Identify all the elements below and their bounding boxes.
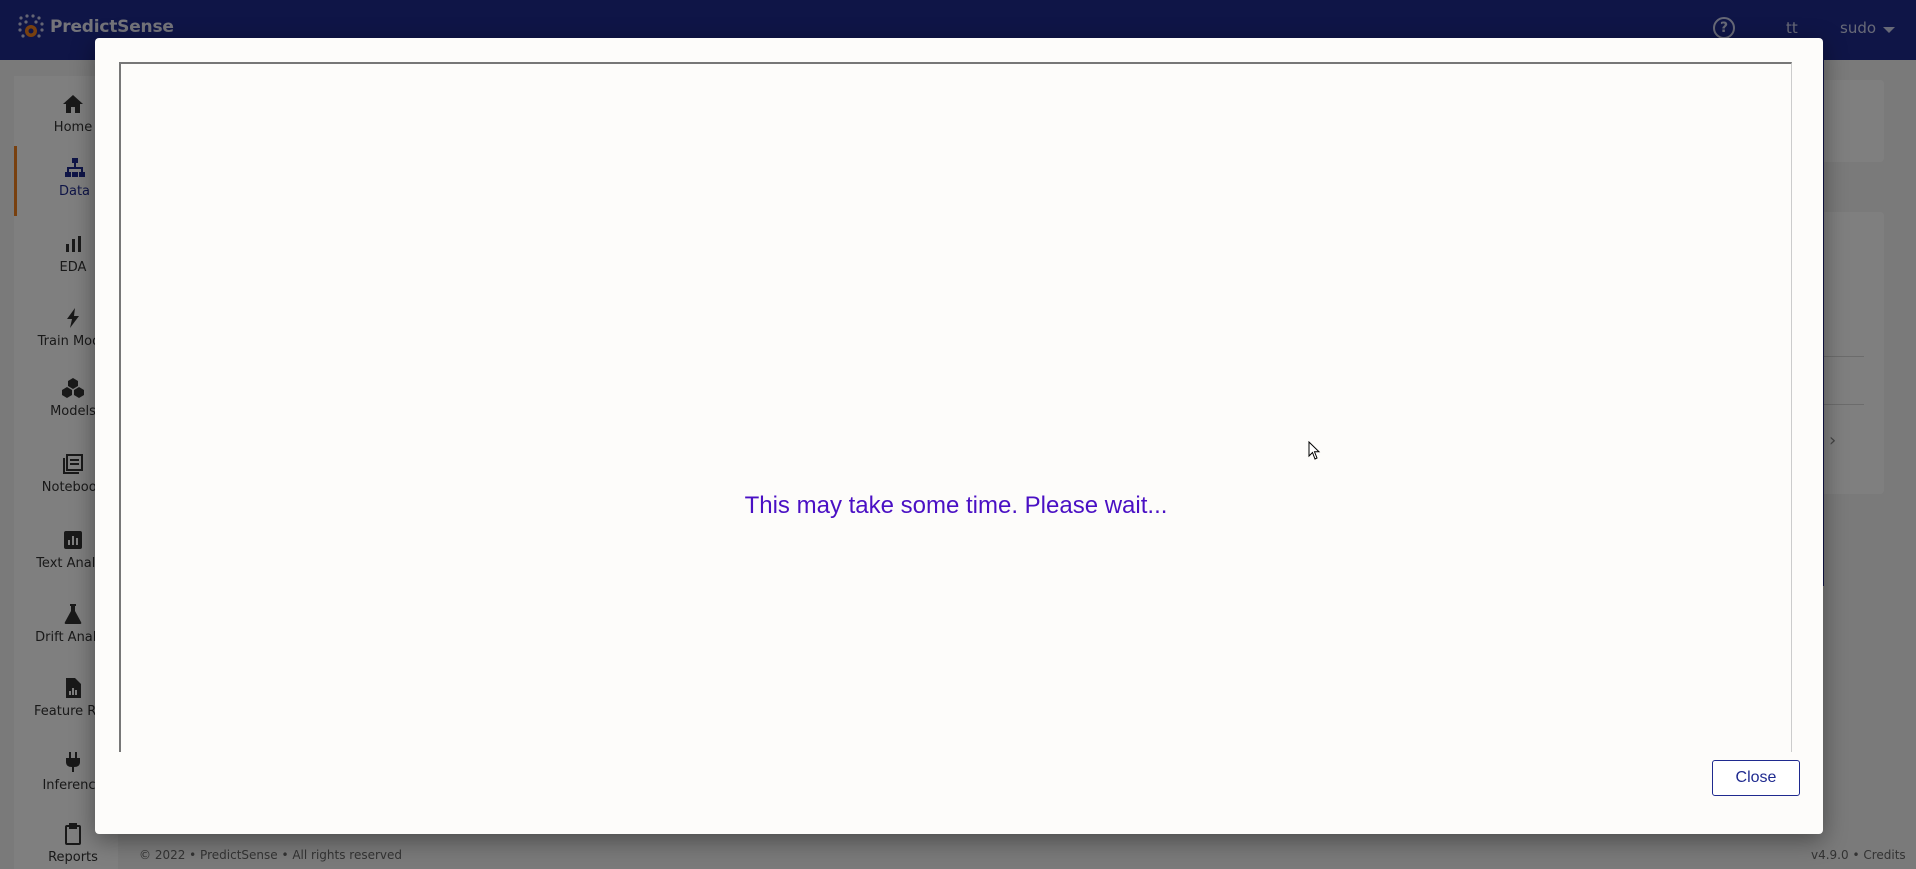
- close-button[interactable]: Close: [1712, 760, 1800, 796]
- modal-content-frame: This may take some time. Please wait...: [119, 62, 1792, 752]
- loading-modal: This may take some time. Please wait... …: [95, 38, 1823, 834]
- mouse-cursor-icon: [1308, 441, 1321, 460]
- loading-message: This may take some time. Please wait...: [744, 492, 1168, 519]
